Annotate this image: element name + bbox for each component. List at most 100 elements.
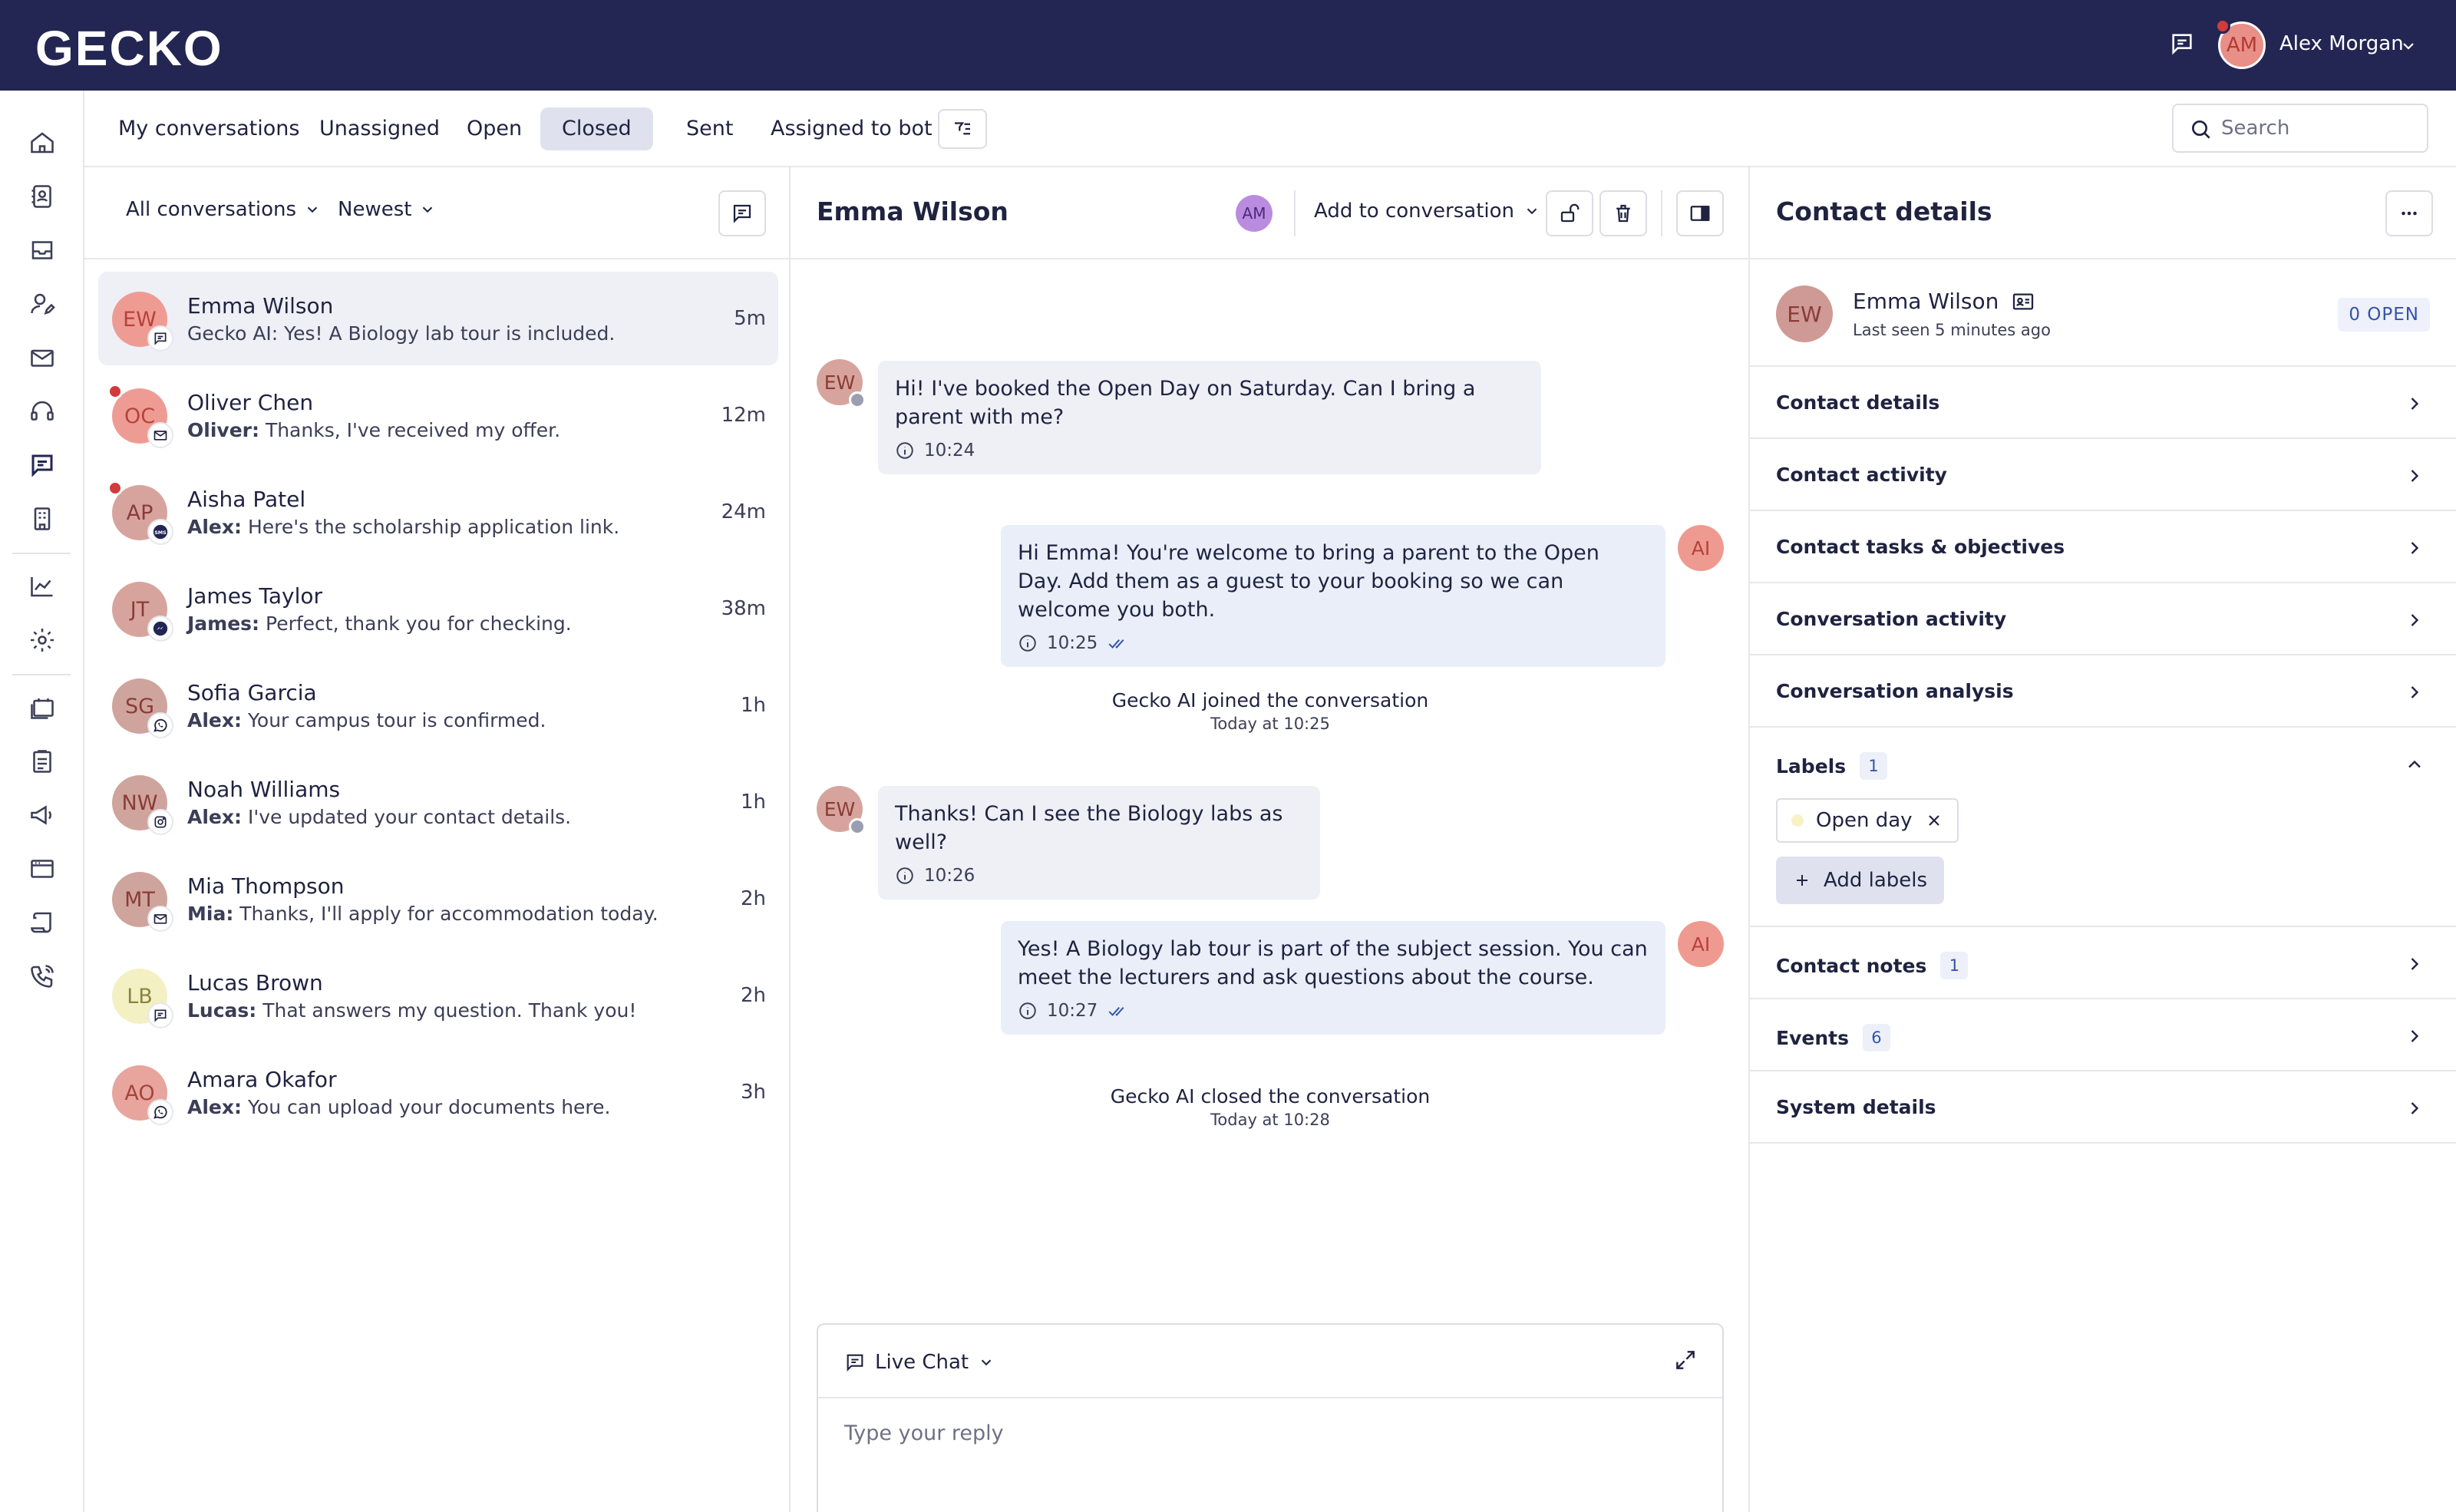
chat-panel: Emma Wilson AM Add to conversation EW Hi… [791,167,1750,1512]
tab-sent[interactable]: Sent [665,107,754,150]
contact-section-row[interactable]: Contact tasks & objectives [1750,511,2456,583]
sort-dropdown[interactable]: Newest [338,198,436,221]
last-seen: Last seen 5 minutes ago [1853,321,2051,339]
settings-gear-icon[interactable] [28,626,56,654]
info-icon[interactable] [1018,633,1038,653]
support-headset-icon[interactable] [28,398,56,425]
conversation-preview: Oliver: Thanks, I've received my offer. [187,419,560,441]
preview-text: Here's the scholarship application link. [247,516,620,538]
filter-button[interactable] [938,109,987,149]
analytics-chart-icon[interactable] [28,573,56,600]
contact-name-row: Emma Wilson [1853,289,2035,314]
megaphone-icon[interactable] [28,801,56,829]
clipboard-icon[interactable] [28,748,56,775]
event-title: Gecko AI closed the conversation [1110,1085,1431,1108]
avatar-initials: EW [824,797,856,820]
conversation-item[interactable]: AP SMS Aisha Patel Alex: Here's the scholar… [98,465,778,559]
delete-button[interactable] [1599,190,1647,236]
contact-section-row[interactable]: Contact details [1750,367,2456,439]
conversation-item[interactable]: OC Oliver Chen Oliver: Thanks, I've receiv… [98,368,778,462]
message-time: 10:26 [924,866,975,886]
chevron-down-icon[interactable] [2399,37,2418,55]
contacts-book-icon[interactable] [28,183,56,210]
event-time: Today at 10:28 [1210,1111,1330,1129]
conversation-preview: Mia: Thanks, I'll apply for accommodatio… [187,903,659,925]
inbox-icon[interactable] [28,236,56,264]
new-conversation-button[interactable] [718,190,766,236]
message-text: Hi! I've booked the Open Day on Saturday… [895,377,1476,429]
home-icon[interactable] [28,129,56,157]
preview-sender: Oliver: [187,419,259,441]
conversation-preview: James: Perfect, thank you for checking. [187,612,572,635]
toggle-sidebar-button[interactable] [1676,190,1724,236]
contact-section-row[interactable]: Events 6 [1750,999,2456,1071]
conversation-item[interactable]: AO Amara Okafor Alex: You can upload your … [98,1045,778,1139]
preview-sender: Lucas: [187,999,257,1022]
all-conversations-dropdown[interactable]: All conversations [126,198,321,221]
chevron-up-icon[interactable] [2404,754,2425,775]
conversation-time: 5m [734,307,766,330]
user-edit-icon[interactable] [28,290,56,318]
building-icon[interactable] [28,505,56,533]
conversation-item[interactable]: LB Lucas Brown Lucas: That answers my ques… [98,949,778,1042]
mail-icon[interactable] [28,344,56,371]
filter-list-icon [951,117,974,140]
contact-details-panel: Contact details EW Emma Wilson Last seen… [1750,167,2456,1512]
more-options-button[interactable] [2385,190,2433,236]
open-conversations-badge[interactable]: 0 OPEN [2338,298,2430,332]
contact-section-row[interactable]: Conversation activity [1750,583,2456,655]
conversation-item[interactable]: JT James Taylor James: Perfect, thank you … [98,562,778,655]
conversation-item[interactable]: NW Noah Williams Alex: I've updated your c… [98,755,778,849]
preview-sender: Alex: [187,709,242,731]
assignee-avatar[interactable]: AM [1236,195,1273,232]
calendar-events-icon[interactable] [28,694,56,721]
conversations-icon[interactable] [28,451,56,479]
reply-textarea[interactable] [844,1421,1688,1512]
contact-section-row[interactable]: Contact notes 1 [1750,927,2456,999]
conversation-time: 38m [721,597,766,620]
preview-sender: Alex: [187,806,242,828]
contact-section-row[interactable]: Contact activity [1750,439,2456,511]
conversation-item[interactable]: MT Mia Thompson Mia: Thanks, I'll apply fo… [98,852,778,946]
scroll-document-icon[interactable] [28,909,56,936]
chevron-right-icon [2404,1025,2425,1047]
contact-section-row[interactable]: Conversation analysis [1750,655,2456,728]
tab-unassigned[interactable]: Unassigned [298,107,461,150]
phone-call-icon[interactable] [28,962,56,990]
info-icon[interactable] [1018,1001,1038,1021]
chevron-down-icon [1523,203,1540,220]
section-label: System details [1776,1096,1936,1118]
tab-my-conversations[interactable]: My conversations [97,107,321,150]
id-card-icon[interactable] [2011,289,2035,314]
tab-open[interactable]: Open [445,107,543,150]
gecko-logo[interactable]: GECKO [35,20,223,77]
message-text: Thanks! Can I see the Biology labs as we… [895,802,1283,854]
add-labels-button[interactable]: Add labels [1776,857,1945,904]
reopen-button[interactable] [1546,190,1593,236]
conversation-item[interactable]: EW Emma Wilson Gecko AI: Yes! A Biology la… [98,272,778,365]
expand-icon[interactable] [1673,1348,1698,1372]
info-icon[interactable] [895,441,915,461]
labels-title[interactable]: Labels 1 [1776,752,1888,780]
contact-message-avatar: EW [817,359,866,408]
channel-select[interactable]: Live Chat [844,1351,995,1374]
more-horizontal-icon [2398,202,2421,225]
preview-text: That answers my question. Thank you! [262,999,637,1022]
chat-icon[interactable] [2169,31,2195,57]
browser-window-icon[interactable] [28,855,56,883]
add-to-conversation-dropdown[interactable]: Add to conversation [1314,200,1540,223]
labels-section: Labels 1 Open day Add labels [1750,728,2456,927]
tab-closed[interactable]: Closed [540,107,653,150]
section-label: Conversation activity [1776,608,2007,630]
close-icon[interactable] [1925,811,1943,830]
conversation-item[interactable]: SG Sofia Garcia Alex: Your campus tour is … [98,659,778,752]
user-name[interactable]: Alex Morgan [2279,32,2404,55]
search-input[interactable] [2221,113,2413,144]
search-box[interactable] [2172,104,2428,153]
label-chip[interactable]: Open day [1776,798,1959,843]
tab-assigned-to-bot[interactable]: Assigned to bot [749,107,954,150]
contact-name[interactable]: Emma Wilson [1853,289,1999,314]
contact-section-row[interactable]: System details [1750,1071,2456,1144]
info-icon[interactable] [895,866,915,886]
conversation-time: 2h [740,984,766,1007]
